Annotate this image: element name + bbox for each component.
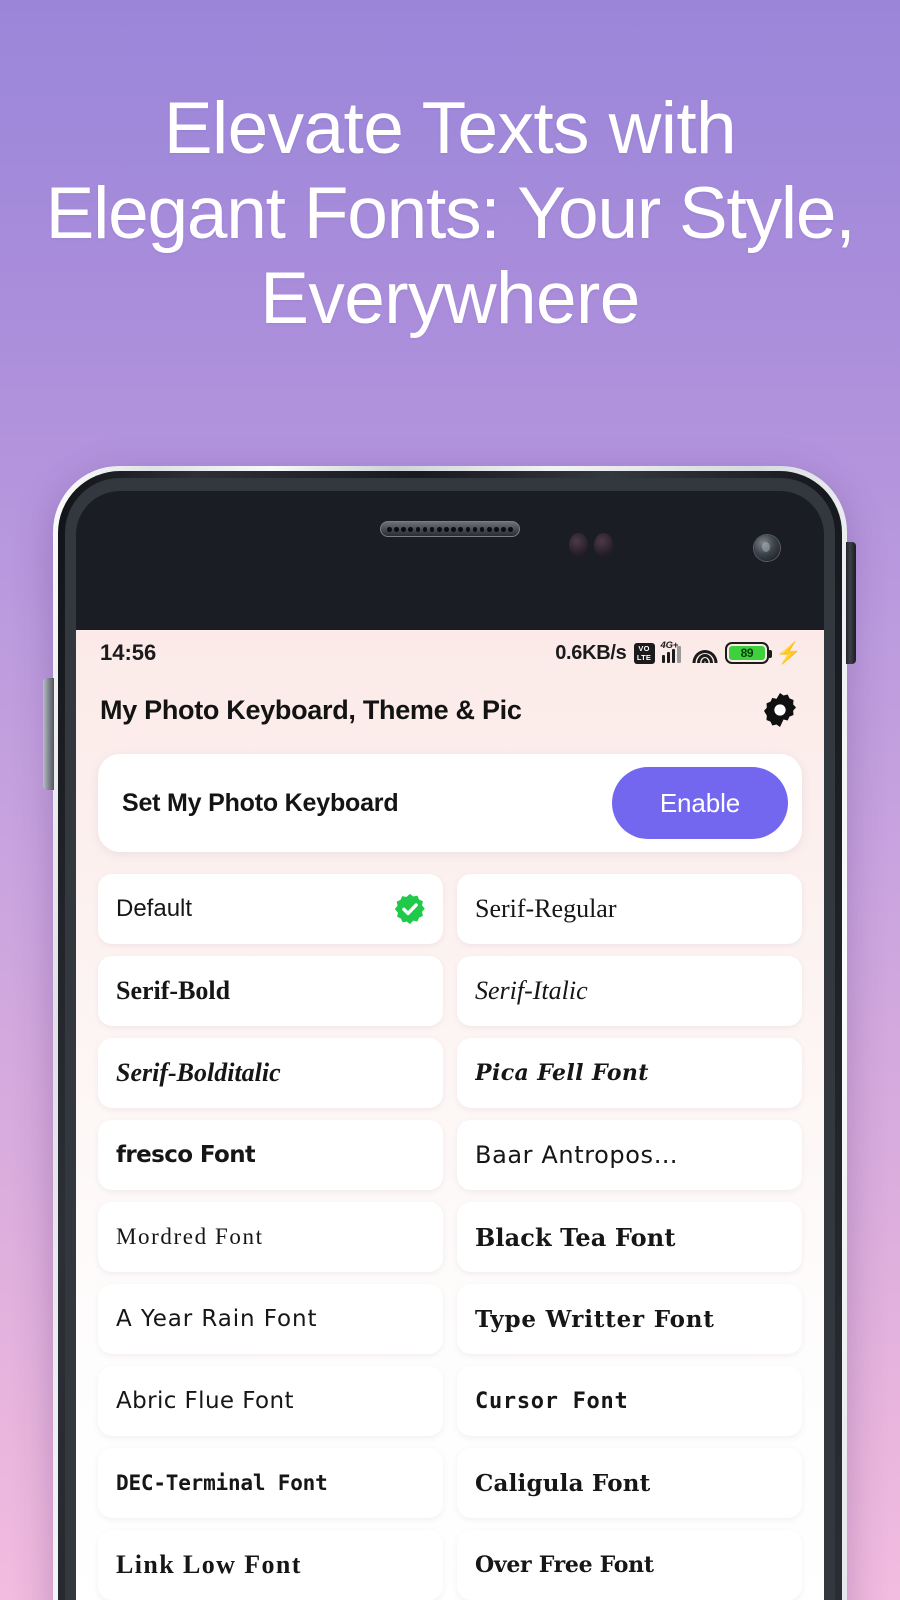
font-item-label: Cursor Font bbox=[475, 1388, 629, 1414]
volte-line-2: LTE bbox=[636, 653, 652, 662]
font-list-item[interactable]: Link Low Font bbox=[98, 1530, 443, 1600]
phone-frame: 14:56 0.6KB/s VO LTE 4G+ 89 ⚡ My Photo K… bbox=[58, 471, 842, 1600]
network-generation-label: 4G+ bbox=[660, 640, 679, 651]
selected-check-icon bbox=[393, 892, 427, 926]
phone-screen: 14:56 0.6KB/s VO LTE 4G+ 89 ⚡ My Photo K… bbox=[76, 491, 824, 1600]
proximity-sensor-icon bbox=[569, 533, 588, 557]
phone-mockup: 14:56 0.6KB/s VO LTE 4G+ 89 ⚡ My Photo K… bbox=[43, 466, 856, 1600]
font-item-label: Baar Antropos… bbox=[475, 1141, 679, 1169]
network-speed-label: 0.6KB/s bbox=[555, 641, 627, 664]
font-item-label: Abric Flue Font bbox=[116, 1388, 294, 1414]
font-item-label: Default bbox=[116, 895, 193, 922]
font-item-label: DEC-Terminal Font bbox=[116, 1471, 328, 1495]
font-item-label: Serif-Bolditalic bbox=[116, 1058, 281, 1087]
app-title: My Photo Keyboard, Theme & Pic bbox=[100, 694, 522, 725]
promo-poster: Elevate Texts with Elegant Fonts: Your S… bbox=[0, 0, 900, 1600]
font-item-label: fresco Font bbox=[116, 1142, 256, 1168]
font-list-item[interactable]: fresco Font bbox=[98, 1120, 443, 1190]
page-title: Elevate Texts with Elegant Fonts: Your S… bbox=[0, 86, 900, 341]
charging-bolt-icon: ⚡ bbox=[775, 641, 802, 665]
light-sensor-icon bbox=[594, 533, 613, 557]
font-list-item[interactable]: Type Writter Font bbox=[457, 1284, 802, 1354]
font-item-label: Type Writter Font bbox=[475, 1305, 715, 1333]
power-button[interactable] bbox=[846, 542, 856, 664]
status-bar-indicators: 0.6KB/s VO LTE 4G+ 89 ⚡ bbox=[555, 640, 802, 665]
headline-line-3: Everywhere bbox=[260, 258, 640, 339]
font-item-label: Over Free Font bbox=[475, 1552, 654, 1578]
font-list-item[interactable]: Over Free Font bbox=[457, 1530, 802, 1600]
battery-icon: 89 bbox=[724, 642, 772, 664]
font-list-item[interactable]: Serif-Italic bbox=[457, 956, 802, 1026]
set-keyboard-label: Set My Photo Keyboard bbox=[122, 788, 399, 817]
font-item-label: Serif-Bold bbox=[116, 976, 231, 1005]
app-viewport: 14:56 0.6KB/s VO LTE 4G+ 89 ⚡ My Photo K… bbox=[76, 630, 824, 1600]
battery-level-label: 89 bbox=[728, 646, 765, 660]
font-item-label: Serif-Italic bbox=[475, 976, 588, 1005]
font-item-label: Pica Fell Font bbox=[475, 1060, 649, 1086]
app-bar: My Photo Keyboard, Theme & Pic bbox=[76, 676, 824, 748]
volume-button[interactable] bbox=[43, 678, 54, 790]
volte-line-1: VO bbox=[638, 644, 650, 653]
set-keyboard-card: Set My Photo Keyboard Enable bbox=[98, 754, 802, 852]
font-list-item[interactable]: Default bbox=[98, 874, 443, 944]
font-item-label: Black Tea Font bbox=[475, 1222, 676, 1252]
font-list-grid: Default Serif-Regular Serif-Bold Serif-Ital… bbox=[98, 874, 802, 1600]
font-item-label: Caligula Font bbox=[475, 1469, 651, 1497]
status-bar: 14:56 0.6KB/s VO LTE 4G+ 89 ⚡ bbox=[76, 630, 824, 676]
status-bar-clock: 14:56 bbox=[100, 640, 157, 665]
font-list-item[interactable]: Cursor Font bbox=[457, 1366, 802, 1436]
font-list-item[interactable]: Black Tea Font bbox=[457, 1202, 802, 1272]
wifi-icon bbox=[692, 644, 718, 663]
front-camera-icon bbox=[754, 535, 780, 561]
headline-line-2: Elegant Fonts: Your Style, bbox=[45, 173, 856, 254]
font-list-item[interactable]: Caligula Font bbox=[457, 1448, 802, 1518]
font-list-item[interactable]: Abric Flue Font bbox=[98, 1366, 443, 1436]
font-list-item[interactable]: Serif-Bold bbox=[98, 956, 443, 1026]
font-list-item[interactable]: Pica Fell Font bbox=[457, 1038, 802, 1108]
font-list-item[interactable]: Mordred Font bbox=[98, 1202, 443, 1272]
font-item-label: Mordred Font bbox=[116, 1224, 264, 1249]
font-list-item[interactable]: Baar Antropos… bbox=[457, 1120, 802, 1190]
volte-icon: VO LTE bbox=[633, 642, 655, 664]
font-item-label: A Year Rain Font bbox=[116, 1306, 318, 1332]
cellular-signal-icon: 4G+ bbox=[660, 640, 686, 663]
font-list-item[interactable]: Serif-Bolditalic bbox=[98, 1038, 443, 1108]
font-list-item[interactable]: Serif-Regular bbox=[457, 874, 802, 944]
phone-bezel: 14:56 0.6KB/s VO LTE 4G+ 89 ⚡ My Photo K… bbox=[65, 478, 835, 1600]
font-item-label: Link Low Font bbox=[116, 1550, 302, 1579]
earpiece-speaker-icon bbox=[380, 521, 520, 537]
font-list-item[interactable]: DEC-Terminal Font bbox=[98, 1448, 443, 1518]
enable-button[interactable]: Enable bbox=[612, 767, 788, 839]
font-list-item[interactable]: A Year Rain Font bbox=[98, 1284, 443, 1354]
font-item-label: Serif-Regular bbox=[475, 894, 617, 923]
headline-line-1: Elevate Texts with bbox=[163, 88, 737, 169]
gear-icon[interactable] bbox=[760, 690, 800, 730]
